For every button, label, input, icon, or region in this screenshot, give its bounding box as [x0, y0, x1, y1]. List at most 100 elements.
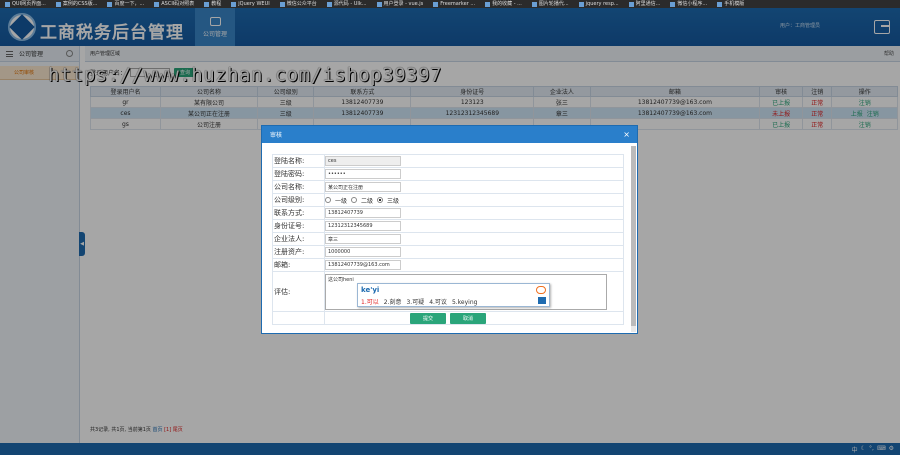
field-cell: 章三: [324, 232, 624, 246]
bookmark-label: 微信小程序...: [677, 1, 708, 7]
bookmark-item[interactable]: 教程: [199, 0, 226, 8]
field-label: 邮箱:: [272, 258, 325, 272]
bookmark-label: 阿里通信...: [635, 1, 661, 7]
ime-candidate[interactable]: 5.keying: [452, 299, 478, 306]
bookmark-icon: [231, 1, 237, 7]
text-field[interactable]: 13812407739: [325, 208, 401, 218]
dialog-scrollbar[interactable]: [631, 146, 636, 332]
scrollbar-thumb[interactable]: [631, 146, 636, 326]
bookmark-item[interactable]: 手机模版: [712, 0, 749, 8]
field-cell: 这公司heni ke'yi 1.可以 2.刻意 3.可疑 4.可议 5.keying: [324, 271, 624, 312]
bookmark-label: 图片轮播代...: [538, 1, 569, 7]
bookmark-icon: [154, 1, 160, 7]
bookmark-icon: [717, 1, 723, 7]
bookmark-label: 我的收藏 - ...: [492, 1, 522, 7]
bookmark-icon: [107, 1, 113, 7]
bookmark-item[interactable]: 源代码 - UIk...: [322, 0, 372, 8]
dialog-header: 审核 ×: [262, 126, 637, 143]
form-row: 评估: 这公司heni ke'yi 1.可以 2.刻意 3.可疑 4.可议 5.keying: [272, 271, 624, 312]
field-label: 身份证号:: [272, 219, 325, 233]
radio-button[interactable]: [325, 197, 331, 203]
bookmark-label: 源代码 - UIk...: [333, 1, 367, 7]
ime-candidate[interactable]: 2.刻意: [384, 299, 402, 306]
bookmark-item[interactable]: 图片轮播代...: [527, 0, 574, 8]
field-label: 公司级别:: [272, 193, 325, 207]
bookmark-item[interactable]: 微信公众平台: [275, 0, 322, 8]
ime-candidate[interactable]: 4.可议: [429, 299, 447, 306]
bookmark-item[interactable]: 百度一下，...: [102, 0, 149, 8]
bookmark-item[interactable]: jquery resp...: [574, 0, 624, 8]
bookmark-item[interactable]: ASCII码对照表: [149, 0, 199, 8]
bookmark-item[interactable]: Freemarker ...: [428, 0, 480, 8]
ime-candidate[interactable]: 3.可疑: [406, 299, 424, 306]
bookmark-icon: [670, 1, 676, 7]
field-label: 评估:: [272, 271, 325, 312]
bookmark-label: 案例的CSS版...: [62, 1, 98, 7]
level-radio-group: 一级 二级 三级: [325, 196, 623, 205]
field-label: 注册资产:: [272, 245, 325, 259]
bookmark-icon: [326, 1, 332, 7]
form-row: 企业法人: 章三: [272, 232, 624, 246]
bookmark-icon: [376, 1, 382, 7]
bookmark-item[interactable]: 微信小程序...: [665, 0, 712, 8]
form-row: 登陆密码: ••••••: [272, 167, 624, 181]
field-cell: 13812407739@163.com: [324, 258, 624, 272]
text-field[interactable]: 某公司正在注册: [325, 182, 401, 192]
text-field[interactable]: 13812407739@163.com: [325, 260, 401, 270]
ime-candidates: 1.可以 2.刻意 3.可疑 4.可议 5.keying: [361, 297, 482, 306]
form-row: 邮箱: 13812407739@163.com: [272, 258, 624, 272]
close-icon[interactable]: ×: [623, 130, 630, 139]
ime-candidate[interactable]: 1.可以: [361, 299, 379, 306]
bookmark-item[interactable]: QUI网页界面...: [0, 0, 51, 8]
bookmark-label: ASCII码对照表: [161, 1, 195, 7]
form-row: 公司名称: 某公司正在注册: [272, 180, 624, 194]
field-cell: 一级 二级 三级: [324, 193, 624, 207]
bookmark-label: 教程: [211, 1, 222, 7]
text-field[interactable]: ••••••: [325, 169, 401, 179]
field-label: 公司名称:: [272, 180, 325, 194]
bookmark-item[interactable]: 我的收藏 - ...: [480, 0, 527, 8]
bookmark-item[interactable]: 案例的CSS版...: [51, 0, 103, 8]
text-field[interactable]: ces: [325, 156, 401, 166]
cancel-button[interactable]: 取消: [450, 313, 486, 324]
submit-button[interactable]: 提交: [410, 313, 446, 324]
field-label: 登陆密码:: [272, 167, 325, 181]
sogou-logo-icon: [536, 285, 546, 294]
comment-textarea[interactable]: 这公司heni ke'yi 1.可以 2.刻意 3.可疑 4.可议 5.keying: [325, 273, 607, 310]
spacer-cell: [272, 311, 325, 325]
radio-button[interactable]: [351, 197, 358, 203]
field-cell: 12312312345689: [324, 219, 624, 233]
bookmark-icon: [55, 1, 61, 7]
ime-candidate-popup: ke'yi 1.可以 2.刻意 3.可疑 4.可议 5.keying: [357, 282, 550, 307]
bookmark-item[interactable]: 用户登录 - vue.js: [372, 0, 429, 8]
bookmark-item[interactable]: jQuery WEUI: [226, 0, 274, 8]
bookmark-icon: [485, 1, 491, 7]
dialog-title: 审核: [270, 132, 283, 139]
dialog-body: 登陆名称: ces 登陆密码: •••••• 公司名称: 某公司正在注册 公司级别: 一级 二级…: [272, 154, 634, 325]
form-row: 联系方式: 13812407739: [272, 206, 624, 220]
bookmark-item[interactable]: 阿里通信...: [624, 0, 666, 8]
review-form: 登陆名称: ces 登陆密码: •••••• 公司名称: 某公司正在注册 公司级别: 一级 二级…: [272, 154, 624, 325]
ime-composition: ke'yi: [361, 285, 380, 294]
ime-next-page-icon[interactable]: [538, 296, 546, 304]
bookmark-icon: [5, 1, 10, 7]
bookmark-icon: [531, 1, 537, 7]
radio-label: 一级: [335, 197, 348, 205]
dialog-buttons: 提交 取消: [410, 313, 486, 324]
bookmark-label: QUI网页界面...: [12, 1, 46, 7]
bookmark-icon: [204, 1, 210, 7]
bookmark-label: 微信公众平台: [286, 1, 317, 7]
field-label: 联系方式:: [272, 206, 325, 220]
radio-button[interactable]: [377, 197, 384, 203]
form-row: 注册资产: 1000000: [272, 245, 624, 259]
field-cell: ces: [324, 154, 624, 168]
form-row: 身份证号: 12312312345689: [272, 219, 624, 233]
field-label: 登陆名称:: [272, 154, 325, 168]
text-field[interactable]: 1000000: [325, 247, 401, 257]
bookmark-icon: [433, 1, 439, 7]
bookmark-label: 手机模版: [724, 1, 745, 7]
text-field[interactable]: 章三: [325, 234, 401, 244]
text-field[interactable]: 12312312345689: [325, 221, 401, 231]
bookmarks-bar: QUI网页界面... 案例的CSS版... 百度一下，... ASCII码对照表 教程 j…: [0, 0, 900, 8]
bookmark-icon: [628, 1, 634, 7]
